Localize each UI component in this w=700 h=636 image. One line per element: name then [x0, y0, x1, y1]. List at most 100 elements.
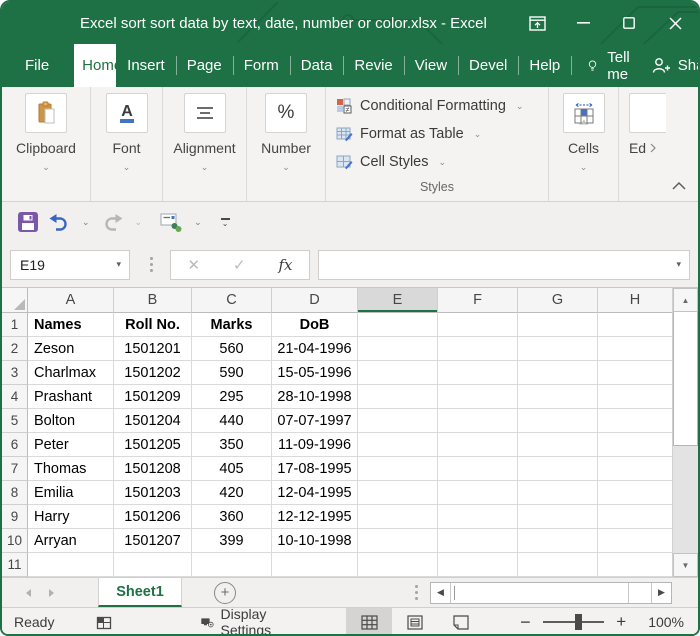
- cell-D1[interactable]: DoB: [272, 313, 358, 337]
- select-all-corner[interactable]: [2, 288, 28, 313]
- cell-B2[interactable]: 1501201: [114, 337, 192, 361]
- scroll-up-button[interactable]: ▲: [673, 288, 698, 312]
- cell-C6[interactable]: 350: [192, 433, 272, 457]
- cell-A3[interactable]: Charlmax: [28, 361, 114, 385]
- page-layout-view-button[interactable]: [392, 608, 438, 636]
- cell-D4[interactable]: 28-10-1998: [272, 385, 358, 409]
- cell-H3[interactable]: [598, 361, 672, 385]
- cell-E11[interactable]: [358, 553, 438, 577]
- cell-E9[interactable]: [358, 505, 438, 529]
- tab-insert[interactable]: Insert: [116, 44, 176, 87]
- row-header-4[interactable]: 4: [2, 385, 28, 409]
- tab-devel[interactable]: Devel: [458, 44, 518, 87]
- cell-E5[interactable]: [358, 409, 438, 433]
- cell-B8[interactable]: 1501203: [114, 481, 192, 505]
- cell-H6[interactable]: [598, 433, 672, 457]
- cell-D7[interactable]: 17-08-1995: [272, 457, 358, 481]
- cell-H9[interactable]: [598, 505, 672, 529]
- touch-mouse-mode-button[interactable]: [157, 209, 185, 235]
- cell-B10[interactable]: 1501207: [114, 529, 192, 553]
- sheetbar-drag-handle[interactable]: [415, 585, 418, 600]
- cell-E4[interactable]: [358, 385, 438, 409]
- cell-C4[interactable]: 295: [192, 385, 272, 409]
- cell-D5[interactable]: 07-07-1997: [272, 409, 358, 433]
- previous-sheet-icon[interactable]: [24, 588, 32, 598]
- cell-C8[interactable]: 420: [192, 481, 272, 505]
- scroll-left-button[interactable]: ◀: [431, 583, 451, 603]
- row-header-8[interactable]: 8: [2, 481, 28, 505]
- tab-revie[interactable]: Revie: [343, 44, 403, 87]
- cell-F5[interactable]: [438, 409, 518, 433]
- cell-G10[interactable]: [518, 529, 598, 553]
- cell-C5[interactable]: 440: [192, 409, 272, 433]
- column-header-B[interactable]: B: [114, 288, 192, 313]
- cell-C2[interactable]: 560: [192, 337, 272, 361]
- tab-file[interactable]: File: [14, 44, 60, 87]
- cell-D6[interactable]: 11-09-1996: [272, 433, 358, 457]
- cell-G3[interactable]: [518, 361, 598, 385]
- row-header-5[interactable]: 5: [2, 409, 28, 433]
- redo-button[interactable]: [99, 209, 126, 235]
- cell-C11[interactable]: [192, 553, 272, 577]
- tab-help[interactable]: Help: [518, 44, 571, 87]
- next-sheet-icon[interactable]: [48, 588, 56, 598]
- maximize-button[interactable]: [606, 2, 652, 44]
- cell-F10[interactable]: [438, 529, 518, 553]
- cell-E3[interactable]: [358, 361, 438, 385]
- undo-dropdown-chevron[interactable]: ⌄: [77, 217, 95, 228]
- column-header-F[interactable]: F: [438, 288, 518, 313]
- formula-bar-drag-handle[interactable]: [150, 257, 153, 272]
- column-header-H[interactable]: H: [598, 288, 672, 313]
- vertical-scroll-thumb[interactable]: [673, 312, 698, 446]
- zoom-level-label[interactable]: 100%: [648, 614, 684, 630]
- cell-G4[interactable]: [518, 385, 598, 409]
- normal-view-button[interactable]: [346, 608, 392, 636]
- cell-B1[interactable]: Roll No.: [114, 313, 192, 337]
- horizontal-scrollbar[interactable]: ◀ ▶: [430, 582, 672, 604]
- enter-formula-icon[interactable]: ✓: [233, 256, 246, 274]
- cell-C3[interactable]: 590: [192, 361, 272, 385]
- cell-F11[interactable]: [438, 553, 518, 577]
- column-header-A[interactable]: A: [28, 288, 114, 313]
- cell-H4[interactable]: [598, 385, 672, 409]
- row-header-1[interactable]: 1: [2, 313, 28, 337]
- horizontal-scroll-thumb[interactable]: [451, 583, 629, 603]
- cell-B4[interactable]: 1501209: [114, 385, 192, 409]
- tab-page[interactable]: Page: [176, 44, 233, 87]
- row-header-11[interactable]: 11: [2, 553, 28, 577]
- display-settings-button[interactable]: Display Settings: [201, 606, 280, 636]
- zoom-in-button[interactable]: +: [616, 612, 626, 632]
- cell-E10[interactable]: [358, 529, 438, 553]
- cell-G5[interactable]: [518, 409, 598, 433]
- cell-E7[interactable]: [358, 457, 438, 481]
- formula-bar-expand-icon[interactable]: ▾: [676, 259, 681, 270]
- zoom-out-button[interactable]: −: [520, 612, 531, 633]
- cell-A7[interactable]: Thomas: [28, 457, 114, 481]
- cell-H8[interactable]: [598, 481, 672, 505]
- cell-A4[interactable]: Prashant: [28, 385, 114, 409]
- tab-view[interactable]: View: [404, 44, 458, 87]
- cell-A2[interactable]: Zeson: [28, 337, 114, 361]
- cell-H11[interactable]: [598, 553, 672, 577]
- sheet-tab-sheet1[interactable]: Sheet1: [98, 578, 182, 607]
- ribbon-display-options-button[interactable]: [514, 2, 560, 44]
- font-group-button[interactable]: A Font ⌄: [91, 87, 163, 201]
- cell-G6[interactable]: [518, 433, 598, 457]
- cell-A9[interactable]: Harry: [28, 505, 114, 529]
- row-header-9[interactable]: 9: [2, 505, 28, 529]
- new-sheet-button[interactable]: +: [214, 582, 236, 604]
- cell-B11[interactable]: [114, 553, 192, 577]
- touch-mouse-dropdown-chevron[interactable]: ⌄: [189, 217, 207, 228]
- cell-E2[interactable]: [358, 337, 438, 361]
- close-button[interactable]: [652, 2, 698, 44]
- cell-A6[interactable]: Peter: [28, 433, 114, 457]
- undo-button[interactable]: [46, 209, 73, 235]
- vertical-scrollbar[interactable]: ▲ ▼: [672, 288, 698, 577]
- cell-A11[interactable]: [28, 553, 114, 577]
- number-group-button[interactable]: % Number ⌄: [247, 87, 326, 201]
- tab-data[interactable]: Data: [290, 44, 344, 87]
- cell-C10[interactable]: 399: [192, 529, 272, 553]
- cell-B9[interactable]: 1501206: [114, 505, 192, 529]
- cell-B3[interactable]: 1501202: [114, 361, 192, 385]
- cell-B6[interactable]: 1501205: [114, 433, 192, 457]
